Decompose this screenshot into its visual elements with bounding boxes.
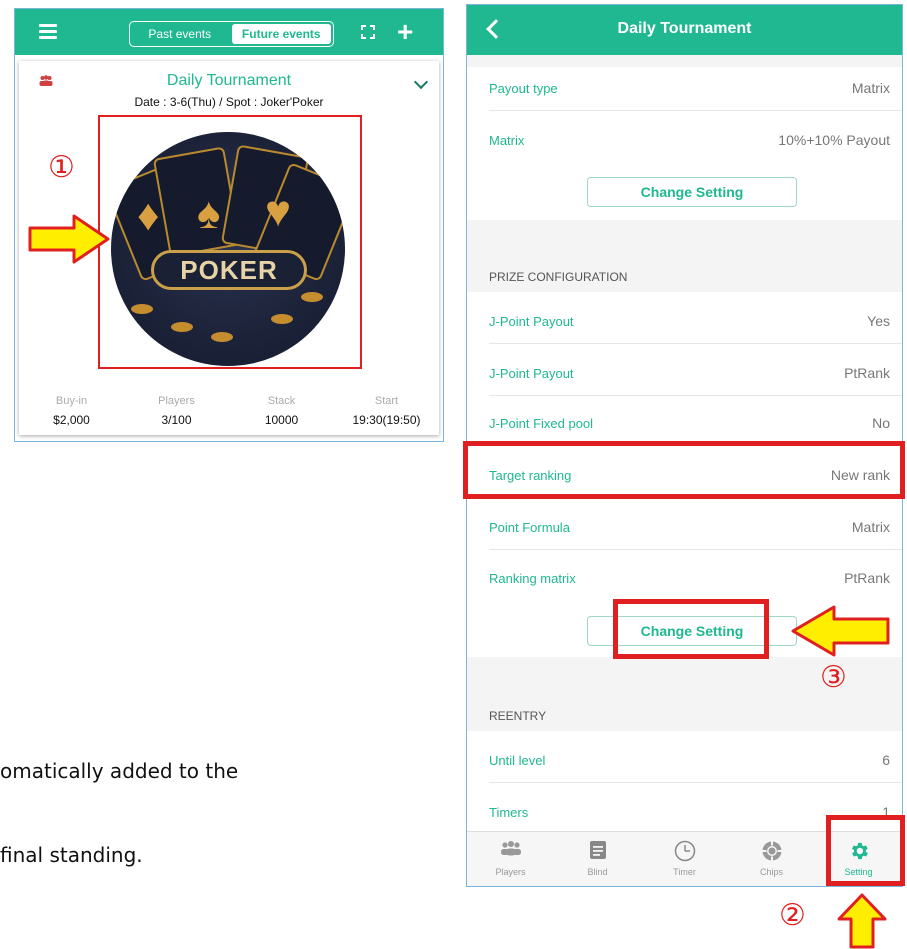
timer-icon xyxy=(674,840,696,866)
row-value: PtRank xyxy=(844,570,890,586)
tab-label: Blind xyxy=(587,867,608,877)
stat-label-buyin: Buy-in xyxy=(55,395,88,407)
event-date-spot: Date : 3-6(Thu) / Spot : Joker'Poker xyxy=(134,95,324,109)
tab-label: Timer xyxy=(673,867,696,877)
right-app-header: Daily Tournament xyxy=(467,5,902,55)
tab-players[interactable]: Players xyxy=(467,832,554,886)
section-title: PRIZE CONFIGURATION xyxy=(489,270,628,284)
stats-labels: Buy-in Players Stack Start xyxy=(19,395,439,407)
change-setting-button[interactable]: Change Setting xyxy=(587,177,797,207)
tab-label: Players xyxy=(495,867,526,877)
stats-values: $2,000 3/100 10000 19:30(19:50) xyxy=(19,413,439,427)
row-label: Until level xyxy=(489,753,546,768)
settings-row-jpoint-payout-2[interactable]: J-Point Payout PtRank xyxy=(467,352,902,396)
tab-past-events[interactable]: Past events xyxy=(130,22,230,46)
chip-icon xyxy=(761,840,783,866)
row-label: Payout type xyxy=(489,81,558,96)
screen-title: Daily Tournament xyxy=(617,20,752,37)
stat-value-stack: 10000 xyxy=(264,413,299,427)
event-title: Daily Tournament xyxy=(166,72,292,89)
stat-label-stack: Stack xyxy=(267,395,296,407)
row-value: No xyxy=(872,415,890,431)
settings-row-jpoint-payout[interactable]: J-Point Payout Yes xyxy=(467,300,902,344)
players-icon xyxy=(500,840,522,860)
arrow-up-icon xyxy=(837,893,887,949)
settings-row-matrix[interactable]: Matrix 10%+10% Payout xyxy=(467,119,902,163)
highlight-box-image xyxy=(98,115,362,369)
row-value: 10%+10% Payout xyxy=(778,132,890,148)
background-text-line-2: final standing. xyxy=(0,843,143,867)
section-gap xyxy=(467,55,902,67)
fullscreen-icon[interactable] xyxy=(361,25,375,39)
screenshot-root: omatically added to the final standing. … xyxy=(0,0,907,949)
settings-row-ranking-matrix[interactable]: Ranking matrix PtRank xyxy=(467,557,902,601)
highlight-box-change-setting xyxy=(613,599,769,659)
stat-label-start: Start xyxy=(374,395,399,407)
highlight-box-setting-tab xyxy=(826,815,905,886)
row-value: Matrix xyxy=(851,519,890,535)
row-label: J-Point Payout xyxy=(489,314,574,329)
section-header-prize: PRIZE CONFIGURATION xyxy=(467,220,902,292)
stat-value-players: 3/100 xyxy=(161,413,192,427)
step-marker-2: ② xyxy=(779,899,806,932)
step-marker-3: ③ xyxy=(820,661,847,694)
tab-future-events[interactable]: Future events xyxy=(231,24,331,44)
row-label: Ranking matrix xyxy=(489,571,576,586)
background-text-line-1: omatically added to the xyxy=(0,759,239,783)
tab-chips[interactable]: Chips xyxy=(728,832,815,886)
tab-blind[interactable]: Blind xyxy=(554,832,641,886)
tab-timer[interactable]: Timer xyxy=(641,832,728,886)
left-app-header: Past events Future events + xyxy=(15,9,443,55)
arrow-left-icon xyxy=(791,605,890,657)
add-event-icon[interactable]: + xyxy=(397,18,413,46)
stat-value-start: 19:30(19:50) xyxy=(352,413,421,427)
tab-label: Chips xyxy=(759,867,783,877)
settings-row-point-formula[interactable]: Point Formula Matrix xyxy=(467,506,902,550)
step-marker-1: ① xyxy=(48,151,75,184)
row-value: 6 xyxy=(882,752,890,768)
settings-row-until-level[interactable]: Until level 6 xyxy=(467,739,902,783)
menu-icon[interactable] xyxy=(39,24,57,39)
row-value: Yes xyxy=(867,313,890,329)
arrow-right-icon xyxy=(28,214,110,264)
row-label: Timers xyxy=(489,805,529,820)
row-label: Matrix xyxy=(489,133,525,148)
row-label: J-Point Fixed pool xyxy=(489,416,594,431)
row-label: J-Point Payout xyxy=(489,366,574,381)
blind-icon xyxy=(589,840,607,864)
row-label: Point Formula xyxy=(489,520,570,535)
highlight-box-target-ranking xyxy=(463,441,905,499)
row-value: PtRank xyxy=(844,365,890,381)
events-segmented-control: Past events Future events xyxy=(129,21,334,47)
stat-value-buyin: $2,000 xyxy=(53,413,90,427)
settings-row-jpoint-fixed-pool[interactable]: J-Point Fixed pool No xyxy=(467,402,902,446)
stat-label-players: Players xyxy=(158,395,195,407)
section-title: REENTRY xyxy=(489,709,547,723)
row-value: Matrix xyxy=(851,80,890,96)
settings-row-payout-type[interactable]: Payout type Matrix xyxy=(467,67,902,111)
